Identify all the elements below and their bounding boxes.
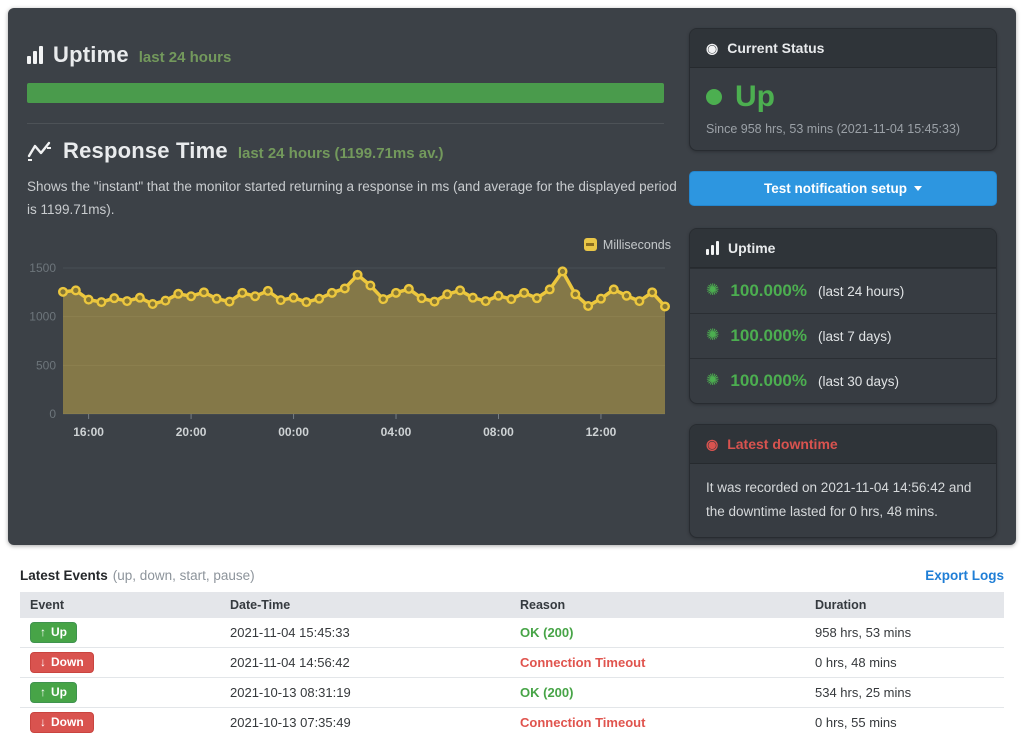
response-time-subtitle: last 24 hours (1199.71ms av.) <box>238 141 444 162</box>
uptime-value-24h: 100.000% <box>730 281 807 301</box>
event-duration: 0 hrs, 48 mins <box>805 648 1004 678</box>
response-time-section-header: Response Time last 24 hours (1199.71ms a… <box>27 138 688 164</box>
caret-down-icon <box>914 186 922 191</box>
latest-downtime-panel: ◉ Latest downtime It was recorded on 202… <box>689 424 997 538</box>
overview-left-column: Uptime last 24 hours Response Time last … <box>8 8 688 545</box>
status-up-donut-icon <box>706 89 722 105</box>
dot-circle-icon: ◉ <box>706 41 718 55</box>
status-line: Up <box>706 80 980 114</box>
latest-downtime-header-label: Latest downtime <box>727 436 837 452</box>
burst-icon: ✺ <box>706 283 719 299</box>
latest-downtime-header: ◉ Latest downtime <box>690 425 996 464</box>
column-header-event: Event <box>20 592 220 618</box>
uptime-subtitle: last 24 hours <box>139 45 232 66</box>
event-reason: OK (200) <box>510 618 805 648</box>
uptime-row-7d: ✺ 100.000% (last 7 days) <box>690 313 996 358</box>
response-time-area-chart[interactable]: 0 500 1000 1500 16:00 20:00 00:00 04:00 08:00 12:… <box>27 254 675 442</box>
export-logs-link[interactable]: Export Logs <box>925 568 1004 583</box>
burst-icon: ✺ <box>706 328 719 344</box>
uptime-value-30d: 100.000% <box>730 371 807 391</box>
uptime-stats-panel: Uptime ✺ 100.000% (last 24 hours) ✺ 100.… <box>689 228 997 404</box>
response-time-chart: Milliseconds 0 500 1000 1500 16:00 20:00 00:00… <box>27 236 675 447</box>
current-status-body: Up Since 958 hrs, 53 mins (2021-11-04 15… <box>690 68 996 150</box>
latest-downtime-text: It was recorded on 2021-11-04 14:56:42 a… <box>690 464 996 537</box>
test-notification-setup-label: Test notification setup <box>764 181 907 196</box>
svg-text:20:00: 20:00 <box>176 425 207 439</box>
column-header-reason: Reason <box>510 592 805 618</box>
latest-events-title: Latest Events <box>20 568 108 583</box>
svg-text:04:00: 04:00 <box>381 425 412 439</box>
event-row: ↓Down 2021-10-13 07:35:49Connection Timeo… <box>20 708 1004 738</box>
event-status-badge: ↓Down <box>30 712 94 733</box>
status-since-text: Since 958 hrs, 53 mins (2021-11-04 15:45… <box>706 122 980 136</box>
event-status-badge: ↑Up <box>30 682 77 703</box>
column-header-datetime: Date-Time <box>220 592 510 618</box>
uptime-row-24h: ✺ 100.000% (last 24 hours) <box>690 268 996 313</box>
uptime-stats-header: Uptime <box>690 229 996 268</box>
event-reason: OK (200) <box>510 678 805 708</box>
svg-text:08:00: 08:00 <box>483 425 514 439</box>
event-reason: Connection Timeout <box>510 708 805 738</box>
uptime-progress-bar <box>27 83 664 103</box>
section-divider <box>27 123 664 124</box>
svg-text:00:00: 00:00 <box>278 425 309 439</box>
event-row: ↑Up 2021-10-13 08:31:19OK (200)534 hrs, 2… <box>20 678 1004 708</box>
uptime-stats-header-label: Uptime <box>728 240 775 256</box>
chart-legend[interactable]: Milliseconds <box>27 236 675 254</box>
dot-circle-icon: ◉ <box>706 437 718 451</box>
event-row: ↓Down 2021-11-04 14:56:42Connection Timeo… <box>20 648 1004 678</box>
event-row: ↑Up 2021-11-04 15:45:33OK (200)958 hrs, 5… <box>20 618 1004 648</box>
legend-label: Milliseconds <box>603 238 671 252</box>
event-datetime: 2021-10-13 08:31:19 <box>220 678 510 708</box>
uptime-period-7d: (last 7 days) <box>818 329 892 344</box>
event-duration: 958 hrs, 53 mins <box>805 618 1004 648</box>
event-reason: Connection Timeout <box>510 648 805 678</box>
down-arrow-icon: ↓ <box>40 655 46 669</box>
event-duration: 534 hrs, 25 mins <box>805 678 1004 708</box>
current-status-header-label: Current Status <box>727 40 824 56</box>
uptime-title: Uptime <box>53 42 129 68</box>
response-time-pulse-icon <box>27 140 53 162</box>
latest-events-header: Latest Events (up, down, start, pause) E… <box>20 568 1004 583</box>
monitor-overview-panel: Uptime last 24 hours Response Time last … <box>8 8 1016 545</box>
svg-text:16:00: 16:00 <box>73 425 104 439</box>
uptime-section-header: Uptime last 24 hours <box>27 42 688 68</box>
uptime-row-30d: ✺ 100.000% (last 30 days) <box>690 358 996 403</box>
event-status-badge: ↑Up <box>30 622 77 643</box>
down-arrow-icon: ↓ <box>40 715 46 729</box>
up-arrow-icon: ↑ <box>40 625 46 639</box>
current-status-panel: ◉ Current Status Up Since 958 hrs, 53 mi… <box>689 28 997 151</box>
latest-events-subtitle: (up, down, start, pause) <box>113 568 255 583</box>
burst-icon: ✺ <box>706 373 719 389</box>
event-datetime: 2021-10-13 07:35:49 <box>220 708 510 738</box>
uptime-value-7d: 100.000% <box>730 326 807 346</box>
svg-text:1500: 1500 <box>29 261 56 275</box>
legend-swatch-icon <box>584 238 597 251</box>
bar-chart-icon <box>27 46 43 64</box>
event-datetime: 2021-11-04 15:45:33 <box>220 618 510 648</box>
svg-text:12:00: 12:00 <box>586 425 617 439</box>
test-notification-setup-button[interactable]: Test notification setup <box>689 171 997 206</box>
column-header-duration: Duration <box>805 592 1004 618</box>
overview-sidebar: ◉ Current Status Up Since 958 hrs, 53 mi… <box>689 8 997 545</box>
event-duration: 0 hrs, 55 mins <box>805 708 1004 738</box>
event-status-badge: ↓Down <box>30 652 94 673</box>
events-table: Event Date-Time Reason Duration ↑Up 2021-… <box>20 592 1004 737</box>
svg-text:1000: 1000 <box>29 310 56 324</box>
svg-text:0: 0 <box>49 407 56 421</box>
event-datetime: 2021-11-04 14:56:42 <box>220 648 510 678</box>
latest-events-section: Latest Events (up, down, start, pause) E… <box>20 568 1004 737</box>
status-value: Up <box>735 80 775 114</box>
up-arrow-icon: ↑ <box>40 685 46 699</box>
events-table-header-row: Event Date-Time Reason Duration <box>20 592 1004 618</box>
uptime-period-30d: (last 30 days) <box>818 374 899 389</box>
uptime-period-24h: (last 24 hours) <box>818 284 904 299</box>
svg-text:500: 500 <box>36 358 56 372</box>
bar-chart-icon <box>706 241 719 255</box>
response-time-description: Shows the "instant" that the monitor sta… <box>27 176 677 222</box>
response-time-title: Response Time <box>63 138 228 164</box>
current-status-header: ◉ Current Status <box>690 29 996 68</box>
